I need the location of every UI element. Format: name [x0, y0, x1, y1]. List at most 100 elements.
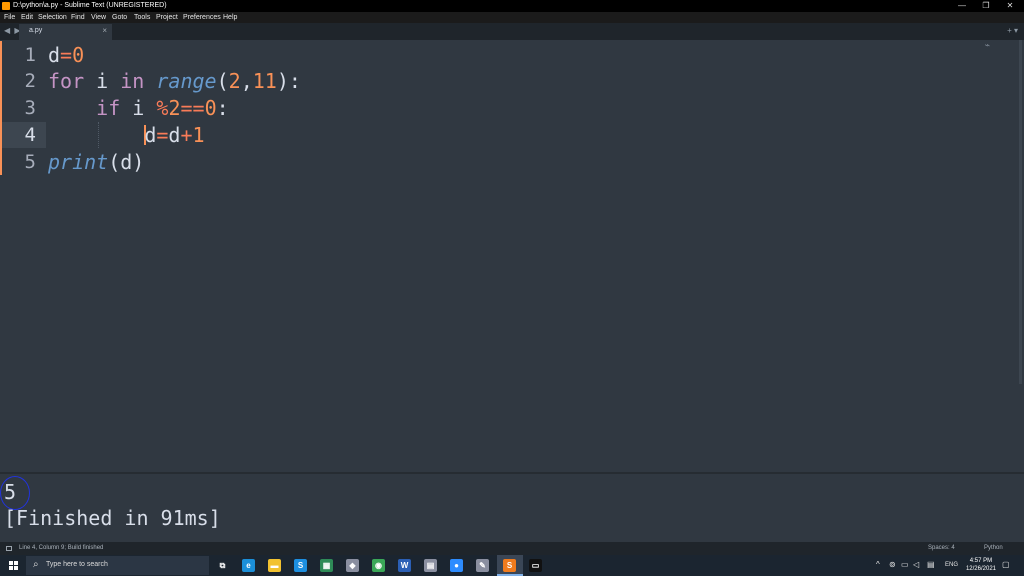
- tray-keyboard-icon[interactable]: ▤: [927, 560, 935, 569]
- tab-label: a.py: [29, 27, 43, 34]
- code-token: =: [156, 123, 169, 147]
- code-token: range: [156, 69, 217, 93]
- code-token: d: [168, 123, 181, 147]
- code-token: for: [48, 69, 85, 93]
- code-token: ,: [240, 69, 253, 93]
- menu-bar: File Edit Selection Find View Goto Tools…: [0, 12, 1024, 23]
- code-token: 11: [252, 69, 277, 93]
- menu-edit[interactable]: Edit: [21, 12, 33, 23]
- status-spaces[interactable]: Spaces: 4: [928, 542, 955, 555]
- skype-icon[interactable]: S: [294, 559, 307, 572]
- sublime-icon[interactable]: S: [503, 559, 516, 572]
- code-token: :: [216, 96, 229, 120]
- code-line[interactable]: for i in range(2,11):: [48, 68, 301, 94]
- output-finished: [Finished in 91ms]: [4, 506, 221, 530]
- code-token: ==: [180, 96, 205, 120]
- editor-scrollbar[interactable]: [1019, 40, 1022, 384]
- windows-taskbar: ⌕ Type here to search ⧉ e ▬ S ▦ ◆ ◉ W ▤ ● ✎ S ▭ ^ ⊚ …: [0, 555, 1024, 576]
- status-syntax[interactable]: Python: [984, 542, 1003, 555]
- line-number: 2: [24, 70, 36, 92]
- code-editor[interactable]: 1 2 3 4 5 d=0 for i in range(2,11): if i…: [0, 40, 1024, 472]
- line-number: 1: [24, 44, 36, 66]
- tab-a-py[interactable]: a.py ×: [19, 24, 112, 40]
- build-output-panel: 5 [Finished in 91ms]: [0, 472, 1024, 542]
- code-token: i: [84, 69, 121, 93]
- code-token: print: [48, 150, 109, 174]
- code-line[interactable]: print(d): [48, 149, 144, 175]
- chrome-icon[interactable]: ◉: [372, 559, 385, 572]
- sublime-app-icon: [2, 2, 10, 10]
- line-number: 5: [24, 151, 36, 173]
- status-position: Line 4, Column 9; Build finished: [19, 545, 104, 551]
- menu-selection[interactable]: Selection: [38, 12, 67, 23]
- title-bar: D:\python\a.py - Sublime Text (UNREGISTE…: [0, 0, 1024, 12]
- tray-onedrive-icon[interactable]: ⊚: [889, 560, 896, 569]
- code-line-active[interactable]: d=d+1: [48, 122, 205, 148]
- menu-find[interactable]: Find: [71, 12, 85, 23]
- code-token: ):: [276, 69, 301, 93]
- menu-help[interactable]: Help: [223, 12, 237, 23]
- search-placeholder: Type here to search: [46, 561, 108, 568]
- close-button[interactable]: ✕: [998, 0, 1022, 12]
- minimize-button[interactable]: —: [950, 0, 974, 12]
- app2-icon[interactable]: ▤: [424, 559, 437, 572]
- menu-goto[interactable]: Goto: [112, 12, 127, 23]
- clock-time: 4:57 PM: [969, 558, 993, 564]
- tray-clock[interactable]: 4:57 PM 12/26/2021: [966, 557, 996, 573]
- code-token: i: [120, 96, 157, 120]
- menu-view[interactable]: View: [91, 12, 106, 23]
- code-token: (: [216, 69, 229, 93]
- word-icon[interactable]: W: [398, 559, 411, 572]
- code-token: %: [156, 96, 169, 120]
- taskbar-search-box[interactable]: ⌕ Type here to search: [26, 556, 209, 575]
- code-token: (d): [108, 150, 145, 174]
- restore-button[interactable]: ❐: [974, 0, 998, 12]
- tab-bar: ◀ ▶ a.py × + ▾: [0, 23, 1024, 40]
- task-view-icon[interactable]: ⧉: [216, 559, 229, 572]
- app-icon[interactable]: ◆: [346, 559, 359, 572]
- code-token: +: [180, 123, 193, 147]
- file-explorer-icon[interactable]: ▬: [268, 559, 281, 572]
- code-token: if: [96, 96, 121, 120]
- notification-icon[interactable]: ▢: [1002, 560, 1010, 569]
- tray-network-icon[interactable]: ▭: [901, 560, 909, 569]
- menu-preferences[interactable]: Preferences: [183, 12, 221, 23]
- tab-controls[interactable]: + ▾: [1007, 26, 1018, 35]
- line-number: 3: [24, 97, 36, 119]
- edge-icon[interactable]: e: [242, 559, 255, 572]
- notepad-icon[interactable]: ✎: [476, 559, 489, 572]
- zoom-icon[interactable]: ●: [450, 559, 463, 572]
- code-token: d: [48, 43, 61, 67]
- code-token: in: [120, 69, 145, 93]
- window-title: D:\python\a.py - Sublime Text (UNREGISTE…: [13, 2, 167, 9]
- code-token: d: [144, 123, 157, 147]
- tray-language[interactable]: ENG: [945, 562, 958, 568]
- line-number-active: 4: [24, 124, 36, 146]
- output-result: 5: [4, 480, 17, 504]
- menu-project[interactable]: Project: [156, 12, 178, 23]
- windows-start-icon[interactable]: [9, 561, 18, 570]
- green-app-icon[interactable]: ▦: [320, 559, 333, 572]
- tab-close-icon[interactable]: ×: [102, 26, 107, 35]
- code-token: 0: [72, 43, 85, 67]
- code-token: 0: [204, 96, 217, 120]
- terminal-icon[interactable]: ▭: [529, 559, 542, 572]
- code-token: 2: [228, 69, 241, 93]
- panel-toggle-icon[interactable]: [6, 546, 12, 551]
- tray-chevron-icon[interactable]: ^: [876, 560, 880, 569]
- code-token: 1: [192, 123, 205, 147]
- clock-date: 12/26/2021: [965, 566, 996, 572]
- code-token: =: [60, 43, 73, 67]
- status-bar: Line 4, Column 9; Build finished Spaces:…: [0, 542, 1024, 555]
- code-line[interactable]: d=0: [48, 42, 84, 68]
- menu-file[interactable]: File: [4, 12, 15, 23]
- minimap-toggle-icon[interactable]: ⌁: [985, 40, 990, 51]
- search-icon: ⌕: [33, 559, 39, 570]
- menu-tools[interactable]: Tools: [134, 12, 150, 23]
- modified-lines-marker: [0, 41, 2, 175]
- code-line[interactable]: if i %2==0:: [48, 95, 229, 121]
- tray-volume-icon[interactable]: ◁: [913, 560, 919, 569]
